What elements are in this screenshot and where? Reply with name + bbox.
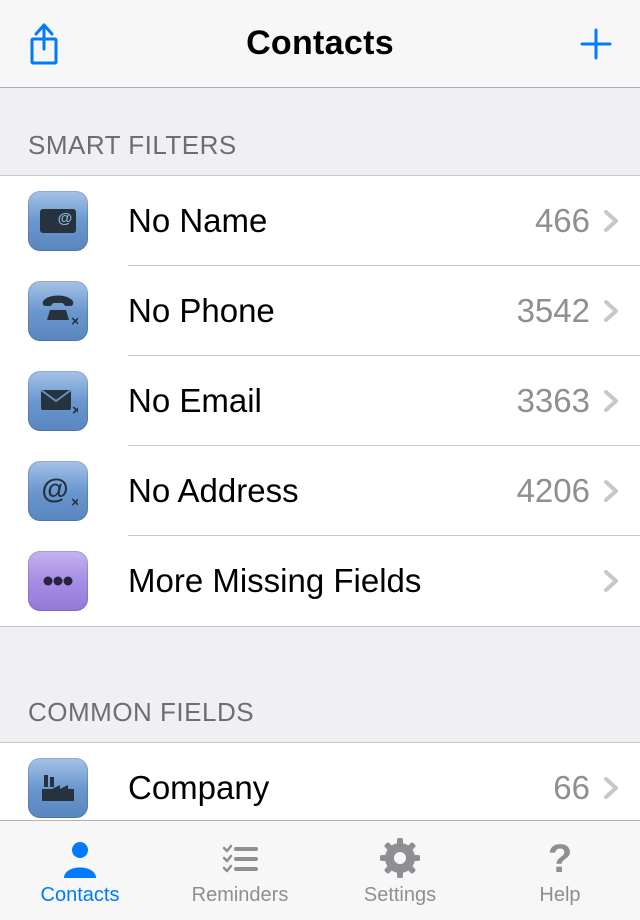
row-label: No Name (128, 202, 535, 240)
card-at-icon: @ (28, 191, 88, 251)
svg-text:?: ? (548, 837, 572, 880)
tab-label: Reminders (192, 884, 289, 907)
chevron-right-icon (598, 478, 624, 504)
gear-icon (378, 834, 422, 882)
svg-text:×: × (72, 402, 78, 416)
svg-text:@: @ (41, 473, 68, 504)
svg-text:×: × (71, 494, 78, 509)
share-icon (24, 21, 64, 67)
row-label: No Email (128, 382, 517, 420)
row-more-missing[interactable]: More Missing Fields (0, 536, 640, 626)
content-scroll[interactable]: SMART FILTERS @ No Name 466 × (0, 88, 640, 820)
ellipsis-icon (28, 551, 88, 611)
row-no-name[interactable]: @ No Name 466 (0, 176, 640, 266)
factory-icon (28, 758, 88, 818)
page-title: Contacts (246, 24, 394, 63)
row-count: 4206 (517, 472, 590, 510)
common-fields-rows: Company 66 (0, 742, 640, 820)
tab-help[interactable]: ? Help (480, 821, 640, 920)
row-no-email[interactable]: × No Email 3363 (0, 356, 640, 446)
share-button[interactable] (14, 14, 74, 74)
add-button[interactable] (566, 14, 626, 74)
smart-filters-rows: @ No Name 466 × No Phone 3542 (0, 175, 640, 627)
chevron-right-icon (598, 208, 624, 234)
row-count: 466 (535, 202, 590, 240)
nav-bar: Contacts (0, 0, 640, 88)
tab-label: Help (539, 884, 580, 907)
tab-label: Settings (364, 884, 436, 907)
question-icon: ? (538, 834, 582, 882)
checklist-icon (218, 834, 262, 882)
chevron-right-icon (598, 775, 624, 801)
section-header-smart-filters: SMART FILTERS (0, 88, 640, 175)
chevron-right-icon (598, 298, 624, 324)
row-label: Company (128, 769, 553, 807)
row-company[interactable]: Company 66 (0, 743, 640, 820)
row-no-address[interactable]: @ × No Address 4206 (0, 446, 640, 536)
tab-label: Contacts (41, 884, 120, 907)
mail-x-icon: × (28, 371, 88, 431)
row-count: 66 (553, 769, 590, 807)
tab-settings[interactable]: Settings (320, 821, 480, 920)
tab-reminders[interactable]: Reminders (160, 821, 320, 920)
phone-x-icon: × (28, 281, 88, 341)
row-label: No Phone (128, 292, 517, 330)
row-label: No Address (128, 472, 517, 510)
section-header-common-fields: COMMON FIELDS (0, 627, 640, 742)
chevron-right-icon (598, 568, 624, 594)
tab-bar: Contacts Reminders (0, 820, 640, 920)
at-x-icon: @ × (28, 461, 88, 521)
row-label: More Missing Fields (128, 562, 590, 600)
row-count: 3542 (517, 292, 590, 330)
tab-contacts[interactable]: Contacts (0, 821, 160, 920)
person-icon (58, 834, 102, 882)
chevron-right-icon (598, 388, 624, 414)
svg-text:@: @ (58, 210, 73, 227)
row-no-phone[interactable]: × No Phone 3542 (0, 266, 640, 356)
row-count: 3363 (517, 382, 590, 420)
plus-icon (576, 24, 616, 64)
svg-text:×: × (71, 313, 78, 328)
